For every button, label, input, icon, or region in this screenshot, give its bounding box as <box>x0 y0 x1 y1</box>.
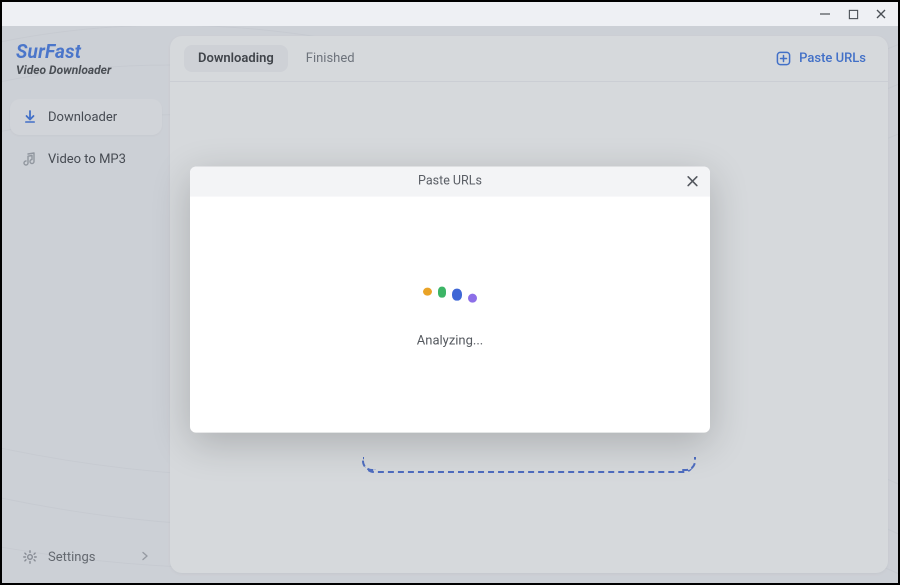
modal-title: Paste URLs <box>418 174 482 189</box>
loading-indicator <box>423 280 477 298</box>
app-window: SurFast Video Downloader Downloader Vide… <box>2 2 898 583</box>
modal-close-button[interactable] <box>682 171 702 191</box>
close-button[interactable] <box>874 7 888 21</box>
modal-status-text: Analyzing... <box>417 334 483 349</box>
modal-body: Analyzing... <box>190 196 710 432</box>
paste-urls-modal: Paste URLs Analyzing... <box>190 166 710 432</box>
loader-dot <box>452 289 462 301</box>
maximize-button[interactable] <box>846 7 860 21</box>
loader-dot <box>423 288 432 296</box>
loader-dot <box>468 294 477 303</box>
titlebar <box>2 2 898 26</box>
minimize-button[interactable] <box>818 7 832 21</box>
loader-dot <box>438 287 446 298</box>
modal-header: Paste URLs <box>190 166 710 196</box>
